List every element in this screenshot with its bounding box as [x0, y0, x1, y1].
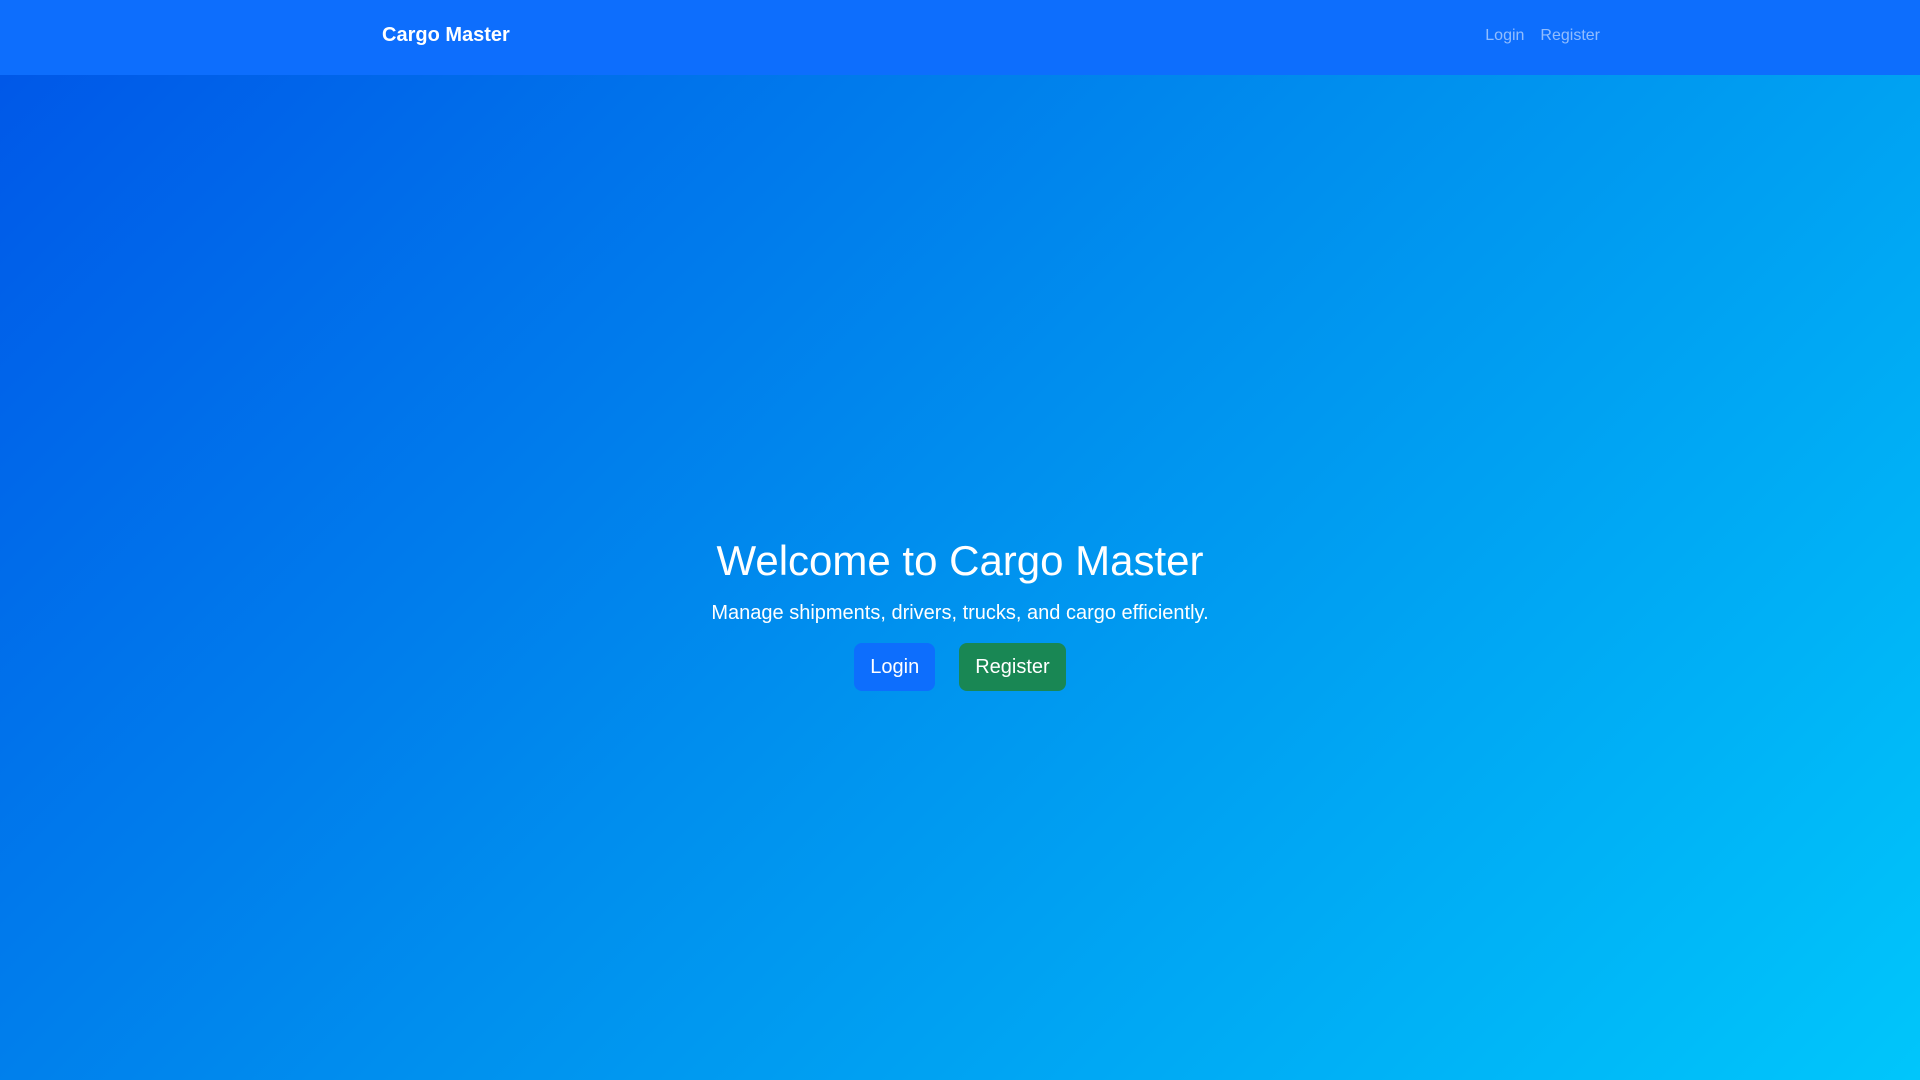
nav-register-link[interactable]: Register — [1540, 27, 1600, 45]
top-navbar: Cargo Master Login Register — [0, 0, 1920, 75]
login-button[interactable]: Login — [854, 643, 936, 691]
hero-buttons: Login Register — [0, 643, 1920, 691]
hero-title: Welcome to Cargo Master — [716, 537, 1204, 584]
nav-login-link[interactable]: Login — [1485, 27, 1524, 45]
hero-section: Welcome to Cargo Master Manage shipments… — [0, 530, 1920, 691]
hero-subtitle: Manage shipments, drivers, trucks, and c… — [711, 602, 1209, 624]
register-button[interactable]: Register — [959, 643, 1066, 691]
nav-links: Login Register — [1485, 27, 1600, 45]
brand-link[interactable]: Cargo Master — [382, 24, 510, 47]
